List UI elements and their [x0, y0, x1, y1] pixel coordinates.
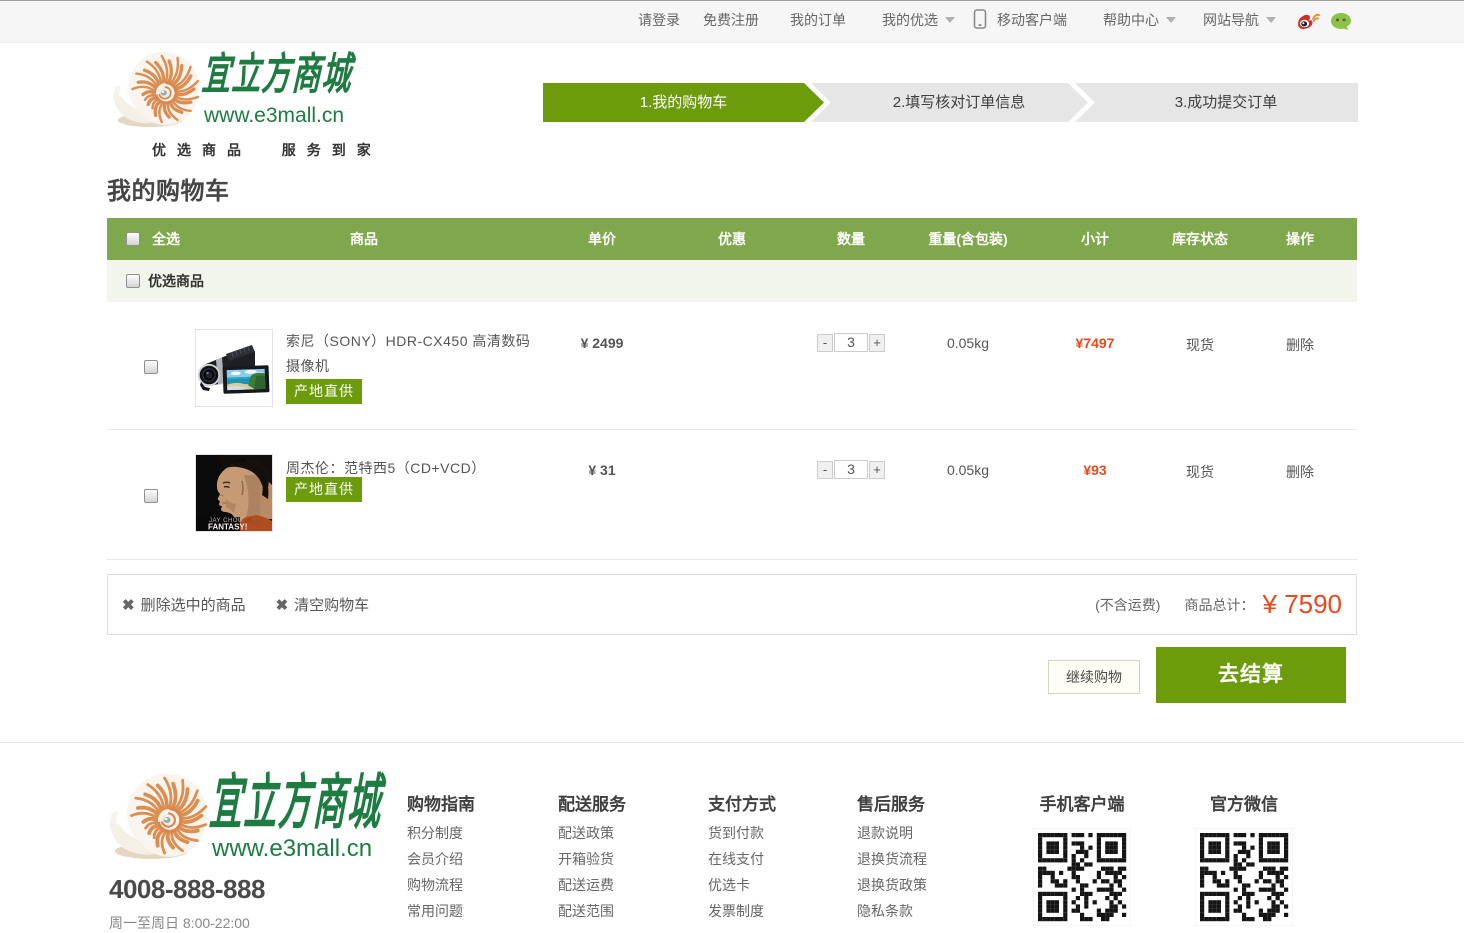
- svg-text:LOVE: LOVE: [248, 518, 262, 524]
- svg-text:FANTASY!: FANTASY!: [208, 523, 247, 532]
